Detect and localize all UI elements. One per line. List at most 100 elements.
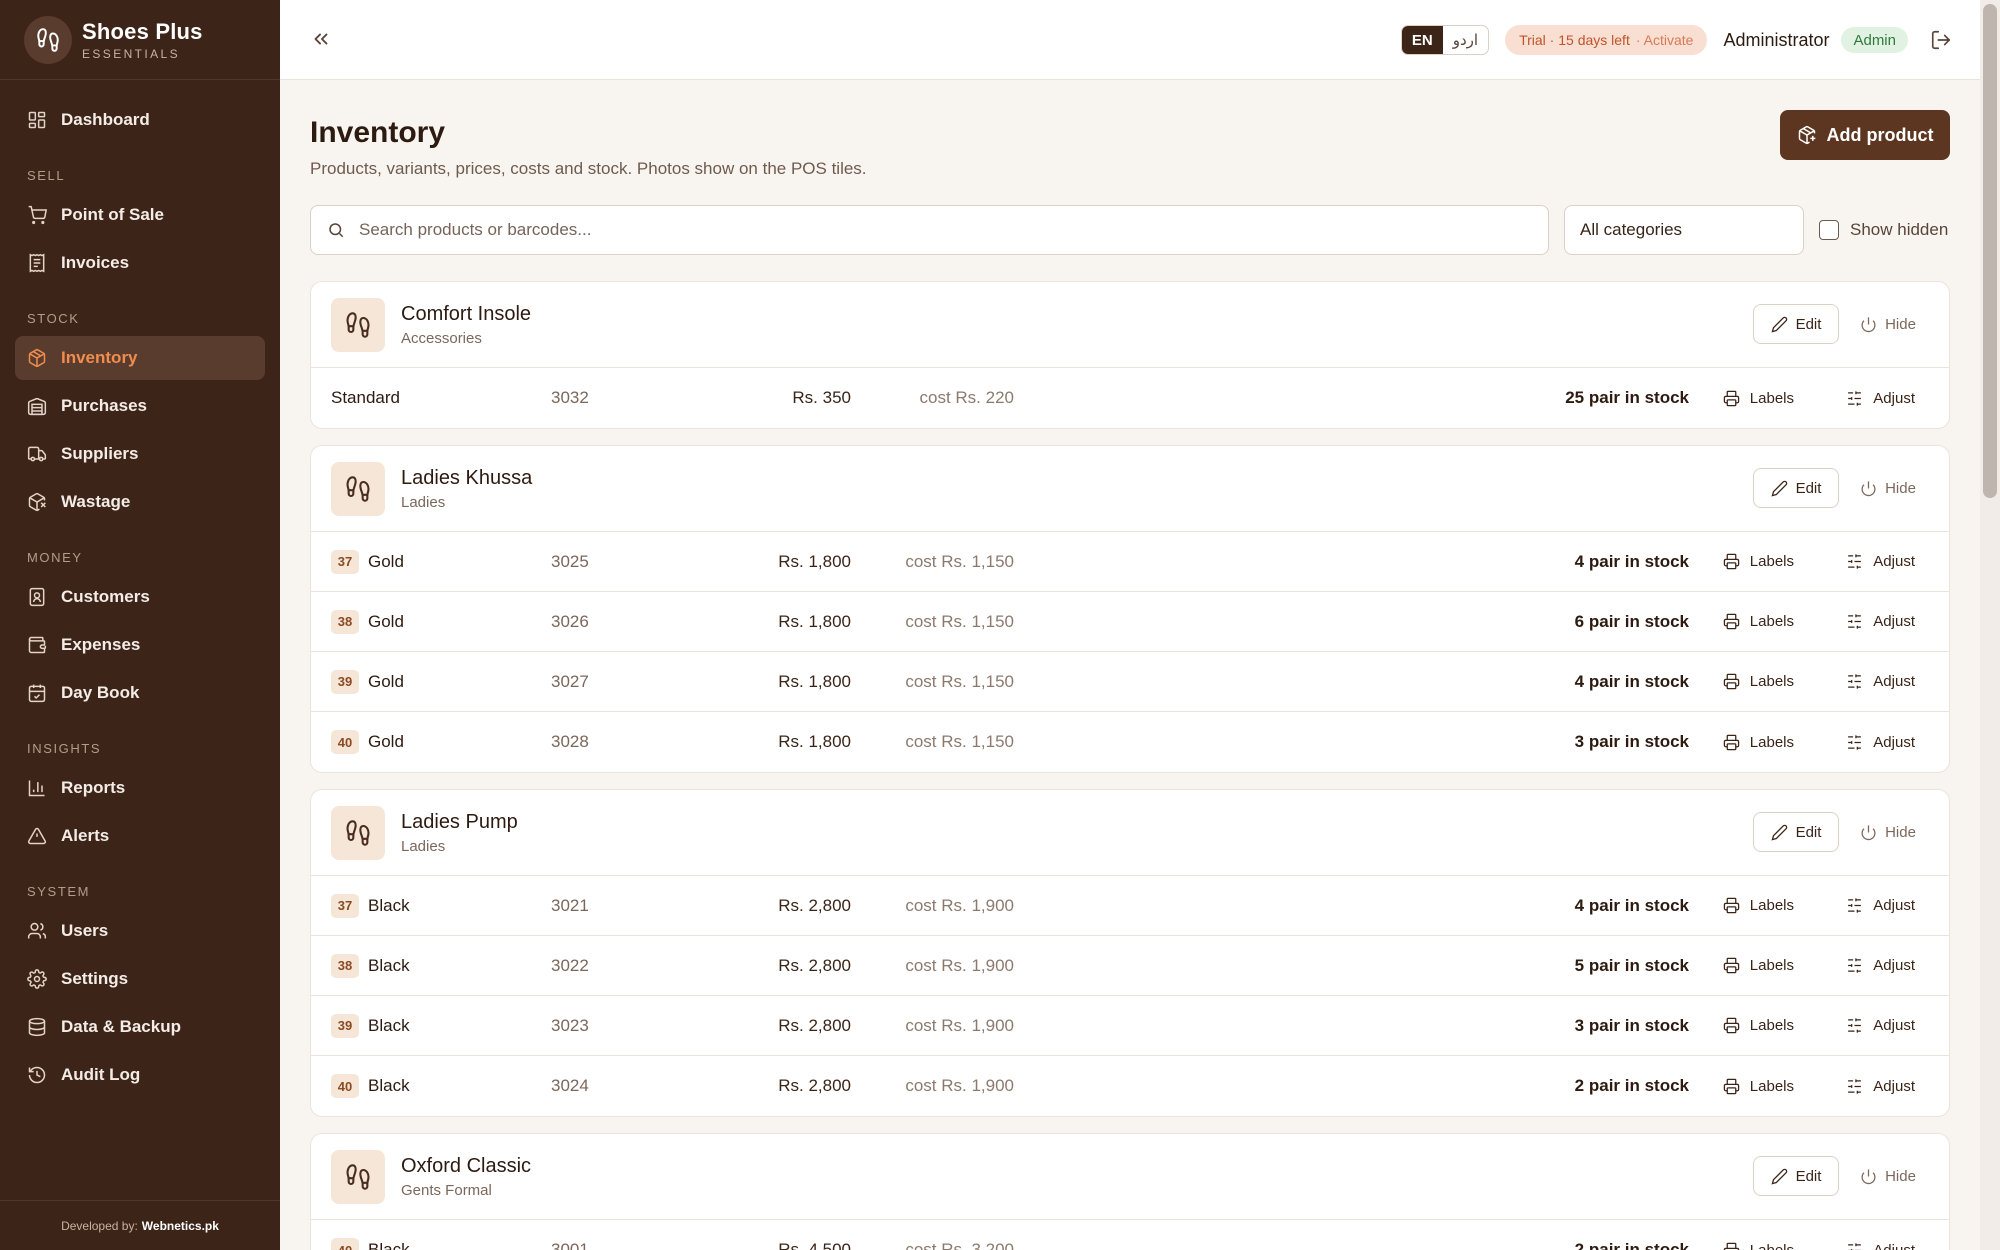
adjust-button[interactable]: Adjust: [1846, 613, 1915, 630]
edit-button[interactable]: Edit: [1753, 812, 1839, 852]
nav-section-money: MONEY: [27, 550, 83, 565]
variant-list: 37 Black 3021 Rs. 2,800 cost Rs. 1,900 4…: [311, 876, 1949, 1116]
search-input[interactable]: [359, 220, 1548, 240]
sidebar-footer: Developed by: Webnetics.pk: [0, 1200, 280, 1250]
sliders-icon: [1848, 898, 1862, 913]
labels-button[interactable]: Labels: [1723, 553, 1794, 570]
variant-barcode: 3023: [551, 1015, 589, 1035]
sidebar-item-audit[interactable]: Audit Log: [15, 1053, 265, 1097]
adjust-button[interactable]: Adjust: [1846, 390, 1915, 407]
sidebar-item-users[interactable]: Users: [15, 909, 265, 953]
variant-price: Rs. 1,800: [778, 551, 851, 571]
edit-label: Edit: [1795, 479, 1822, 497]
sidebar-item-customers[interactable]: Customers: [15, 575, 265, 619]
product-name: Ladies Khussa: [401, 466, 533, 489]
product-name: Ladies Pump: [401, 810, 518, 833]
search-icon: [329, 223, 344, 238]
sidebar-item-settings[interactable]: Settings: [15, 957, 265, 1001]
sidebar-item-daybook[interactable]: Day Book: [15, 671, 265, 715]
sidebar-nav: Dashboard SELL Point of Sale Invoices ST…: [0, 80, 280, 1097]
labels-label: Labels: [1749, 613, 1794, 630]
sidebar-item-label: Day Book: [61, 683, 140, 702]
adjust-button[interactable]: Adjust: [1846, 1017, 1915, 1034]
trial-badge[interactable]: Trial · 15 days left · Activate: [1505, 25, 1708, 55]
adjust-button[interactable]: Adjust: [1846, 1078, 1915, 1095]
labels-button[interactable]: Labels: [1723, 673, 1794, 690]
trial-text: Trial · 15 days left: [1519, 32, 1630, 48]
add-product-button[interactable]: Add product: [1780, 110, 1950, 160]
labels-label: Labels: [1749, 1017, 1794, 1034]
adjust-button[interactable]: Adjust: [1846, 553, 1915, 570]
sidebar-item-label: Data & Backup: [61, 1017, 181, 1036]
lang-ur-button[interactable]: اردو: [1443, 26, 1488, 54]
nav-section-insights: INSIGHTS: [27, 741, 102, 756]
show-hidden-toggle[interactable]: Show hidden: [1819, 205, 1948, 255]
lang-en-button[interactable]: EN: [1401, 26, 1443, 54]
sidebar-item-suppliers[interactable]: Suppliers: [15, 432, 265, 476]
variant-stock: 3 pair in stock: [1574, 732, 1689, 751]
scrollbar-thumb[interactable]: [1983, 4, 1997, 498]
sidebar-item-reports[interactable]: Reports: [15, 766, 265, 810]
edit-button[interactable]: Edit: [1753, 468, 1839, 508]
page-scrollbar[interactable]: [1980, 0, 2000, 1250]
package-x-icon: [28, 492, 46, 512]
variant-barcode: 3025: [551, 551, 589, 571]
variant-row: 38 Gold 3026 Rs. 1,800 cost Rs. 1,150 6 …: [311, 592, 1949, 652]
sidebar-item-inventory[interactable]: Inventory: [15, 336, 265, 380]
printer-icon: [1723, 553, 1740, 570]
category-select[interactable]: All categories: [1564, 205, 1804, 255]
product-card: Ladies Khussa Ladies Edit Hide 37 Gold 3…: [310, 445, 1950, 773]
edit-button[interactable]: Edit: [1753, 304, 1839, 344]
show-hidden-checkbox[interactable]: [1819, 220, 1839, 240]
logout-icon[interactable]: [1930, 29, 1952, 51]
adjust-button[interactable]: Adjust: [1846, 1242, 1915, 1250]
sidebar-item-alerts[interactable]: Alerts: [15, 814, 265, 858]
labels-button[interactable]: Labels: [1723, 734, 1794, 751]
hide-label: Hide: [1885, 479, 1916, 497]
variant-name: Gold: [368, 551, 404, 571]
labels-button[interactable]: Labels: [1723, 390, 1794, 407]
variant-price: Rs. 2,800: [778, 1076, 851, 1095]
adjust-button[interactable]: Adjust: [1846, 734, 1915, 751]
hide-button[interactable]: Hide: [1847, 1156, 1929, 1196]
adjust-button[interactable]: Adjust: [1846, 673, 1915, 690]
labels-button[interactable]: Labels: [1723, 1017, 1794, 1034]
truck-icon: [27, 446, 47, 462]
variant-stock: 3 pair in stock: [1574, 1015, 1689, 1035]
sidebar-item-wastage[interactable]: Wastage: [15, 480, 265, 524]
variant-price: Rs. 4,500: [778, 1240, 851, 1250]
edit-button[interactable]: Edit: [1753, 1156, 1839, 1196]
product-list: Comfort Insole Accessories Edit Hide Sta…: [310, 281, 1950, 1250]
brand[interactable]: Shoes Plus ESSENTIALS: [0, 0, 280, 80]
sidebar-item-label: Expenses: [61, 635, 141, 654]
labels-button[interactable]: Labels: [1723, 897, 1794, 914]
developer-link[interactable]: Webnetics.pk: [142, 1219, 219, 1233]
wallet-icon: [28, 636, 47, 654]
labels-button[interactable]: Labels: [1723, 613, 1794, 630]
labels-button[interactable]: Labels: [1723, 957, 1794, 974]
labels-button[interactable]: Labels: [1723, 1078, 1794, 1095]
nav-section-sell: SELL: [27, 168, 66, 183]
adjust-button[interactable]: Adjust: [1846, 897, 1915, 914]
hide-button[interactable]: Hide: [1847, 304, 1929, 344]
product-card: Ladies Pump Ladies Edit Hide 37 Black 30…: [310, 789, 1950, 1117]
package-plus-icon: [1798, 125, 1815, 145]
printer-icon: [1723, 734, 1740, 750]
labels-button[interactable]: Labels: [1723, 1242, 1794, 1250]
sidebar-item-backup[interactable]: Data & Backup: [15, 1005, 265, 1049]
sidebar-item-pos[interactable]: Point of Sale: [15, 193, 265, 237]
variant-row: 39 Gold 3027 Rs. 1,800 cost Rs. 1,150 4 …: [311, 652, 1949, 712]
hide-button[interactable]: Hide: [1847, 812, 1929, 852]
sidebar-item-purchases[interactable]: Purchases: [15, 384, 265, 428]
activate-link[interactable]: · Activate: [1636, 32, 1694, 48]
hide-button[interactable]: Hide: [1847, 468, 1929, 508]
sidebar-item-expenses[interactable]: Expenses: [15, 623, 265, 667]
show-hidden-label: Show hidden: [1850, 220, 1949, 239]
printer-icon: [1723, 1078, 1740, 1094]
sidebar-item-dashboard[interactable]: Dashboard: [15, 98, 265, 142]
chevrons-left-icon[interactable]: [310, 28, 334, 52]
product-category: Ladies: [401, 837, 446, 855]
adjust-button[interactable]: Adjust: [1846, 957, 1915, 974]
printer-icon: [1723, 897, 1740, 914]
sidebar-item-invoices[interactable]: Invoices: [15, 241, 265, 285]
